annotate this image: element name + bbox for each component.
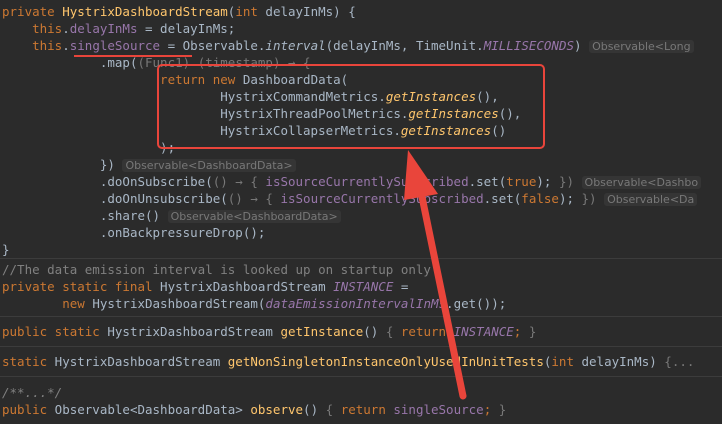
- type-hint: Observable<Dashbo: [581, 176, 702, 189]
- method-separator: [0, 316, 722, 317]
- method-separator: [0, 376, 722, 377]
- code-line-close-brace: }: [2, 242, 10, 257]
- code-line-instance-new: new HystrixDashboardStream(dataEmissionI…: [62, 296, 507, 311]
- code-line-non-singleton: static HystrixDashboardStream getNonSing…: [2, 354, 695, 369]
- method-separator: [0, 258, 722, 259]
- code-line-observe: public Observable<DashboardData> observe…: [2, 402, 507, 417]
- type-hint: Observable<DashboardData>: [167, 210, 341, 223]
- annotation-underline: [74, 55, 192, 57]
- folded-javadoc[interactable]: /**...*/: [2, 385, 62, 400]
- method-separator: [0, 346, 722, 347]
- code-line-get-instance: public static HystrixDashboardStream get…: [2, 324, 537, 339]
- type-hint: Observable<DashboardData>: [122, 159, 296, 172]
- annotation-highlight-box: [157, 64, 545, 149]
- code-line-backpressure: .onBackpressureDrop();: [99, 225, 266, 240]
- folded-lambda[interactable]: () → {: [213, 174, 258, 189]
- folded-method[interactable]: {...: [657, 354, 694, 369]
- folded-lambda[interactable]: () → {: [228, 191, 273, 206]
- type-hint: Observable<Da: [604, 193, 698, 206]
- type-hint: Observable<Long: [589, 40, 694, 53]
